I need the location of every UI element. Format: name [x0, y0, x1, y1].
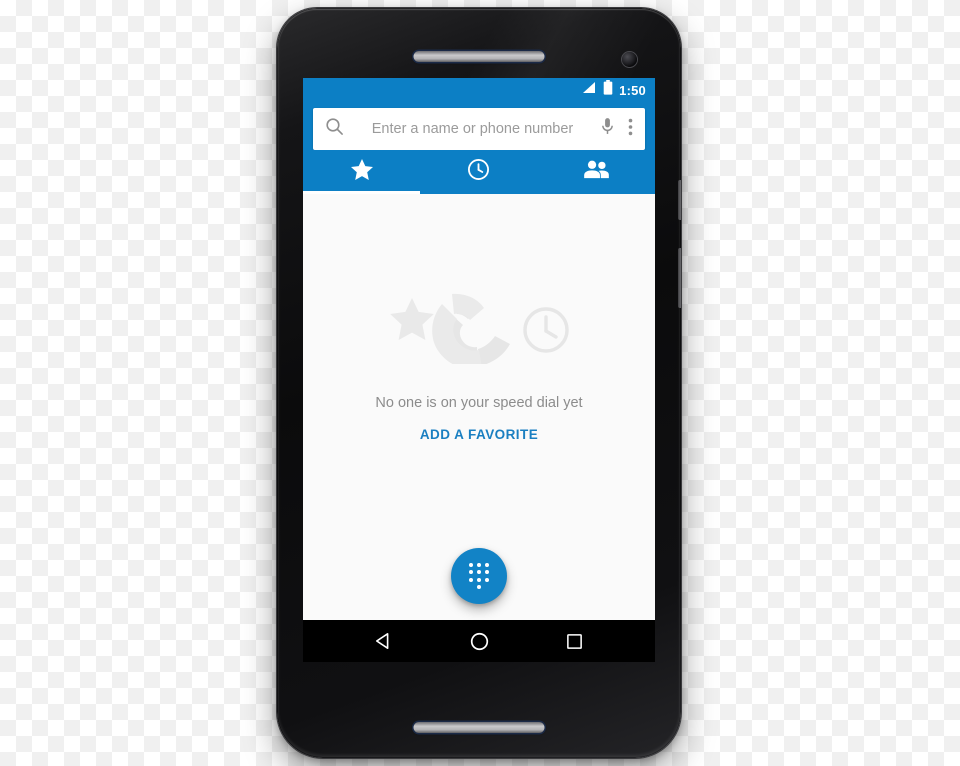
home-circle-icon[interactable] [470, 632, 489, 651]
back-triangle-icon[interactable] [375, 632, 393, 650]
front-camera [622, 52, 637, 67]
tab-contacts[interactable] [538, 150, 655, 194]
status-bar-clock: 1:50 [619, 82, 646, 98]
phone-device: 1:50 Enter a name or phone number No one… [277, 8, 681, 758]
status-bar: 1:50 [303, 78, 655, 102]
phone-screen: 1:50 Enter a name or phone number No one… [303, 78, 655, 662]
clock-icon [467, 158, 490, 186]
search-icon [325, 117, 344, 141]
power-button[interactable] [678, 180, 681, 220]
search-bar[interactable]: Enter a name or phone number [313, 108, 645, 150]
search-input[interactable]: Enter a name or phone number [344, 121, 601, 137]
phone-handset-icon [432, 293, 510, 370]
bottom-speaker-grille [413, 722, 545, 733]
android-navigation-bar [303, 620, 655, 662]
microphone-icon[interactable] [601, 117, 614, 141]
tab-recents[interactable] [420, 150, 537, 194]
star-icon [390, 298, 434, 340]
dialpad-fab[interactable] [451, 548, 507, 604]
recents-square-icon[interactable] [566, 633, 583, 650]
app-bar: Enter a name or phone number [303, 102, 655, 150]
empty-state: No one is on your speed dial yet ADD A F… [303, 292, 655, 442]
volume-rocker-button[interactable] [678, 248, 681, 308]
signal-triangle-icon [581, 81, 597, 99]
speed-dial-content: No one is on your speed dial yet ADD A F… [303, 194, 655, 620]
battery-full-icon [603, 80, 613, 100]
empty-state-message: No one is on your speed dial yet [375, 395, 583, 411]
earpiece-speaker-grille [413, 51, 545, 62]
tab-speed-dial[interactable] [303, 150, 420, 194]
contacts-icon [583, 160, 610, 184]
add-a-favorite-button[interactable]: ADD A FAVORITE [420, 427, 538, 442]
empty-state-artwork [382, 292, 576, 370]
dialpad-icon [469, 562, 489, 590]
star-icon [350, 158, 374, 186]
clock-icon [523, 307, 569, 353]
overflow-menu-icon[interactable] [628, 118, 633, 141]
tab-bar [303, 150, 655, 194]
